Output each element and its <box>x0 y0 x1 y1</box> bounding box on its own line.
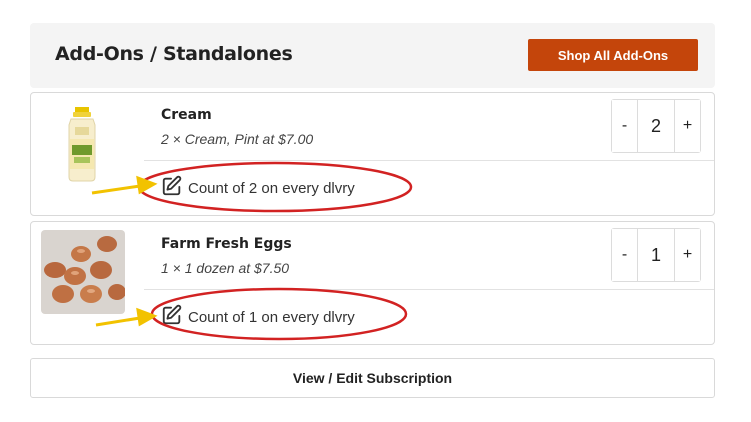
add-on-item-eggs: Farm Fresh Eggs 1 × 1 dozen at $7.50 - 1… <box>30 221 715 345</box>
eggs-product-image <box>41 230 125 314</box>
section-title: Add-Ons / Standalones <box>55 43 293 65</box>
edit-delivery-count[interactable]: Count of 2 on every dlvry <box>161 175 355 201</box>
edit-icon <box>161 304 188 330</box>
edit-delivery-count[interactable]: Count of 1 on every dlvry <box>161 304 355 330</box>
item-detail: 1 × 1 dozen at $7.50 <box>161 260 290 276</box>
delivery-count-text: Count of 2 on every dlvry <box>188 179 355 197</box>
increase-quantity-button[interactable]: + <box>675 100 700 152</box>
quantity-value: 2 <box>637 100 675 152</box>
quantity-stepper: - 1 + <box>611 228 701 282</box>
cream-product-image <box>41 101 125 185</box>
item-name: Cream <box>161 107 212 123</box>
item-detail: 2 × Cream, Pint at $7.00 <box>161 131 314 147</box>
item-divider <box>144 160 714 161</box>
edit-icon <box>161 175 188 201</box>
item-name: Farm Fresh Eggs <box>161 236 292 252</box>
add-on-item-cream: Cream 2 × Cream, Pint at $7.00 - 2 + Cou… <box>30 92 715 216</box>
decrease-quantity-button[interactable]: - <box>612 100 637 152</box>
delivery-count-text: Count of 1 on every dlvry <box>188 308 355 326</box>
add-ons-header: Add-Ons / Standalones Shop All Add-Ons <box>30 23 715 88</box>
quantity-stepper: - 2 + <box>611 99 701 153</box>
quantity-value: 1 <box>637 229 675 281</box>
shop-all-add-ons-button[interactable]: Shop All Add-Ons <box>528 39 698 71</box>
item-divider <box>144 289 714 290</box>
decrease-quantity-button[interactable]: - <box>612 229 637 281</box>
view-edit-subscription-button[interactable]: View / Edit Subscription <box>30 358 715 398</box>
increase-quantity-button[interactable]: + <box>675 229 700 281</box>
